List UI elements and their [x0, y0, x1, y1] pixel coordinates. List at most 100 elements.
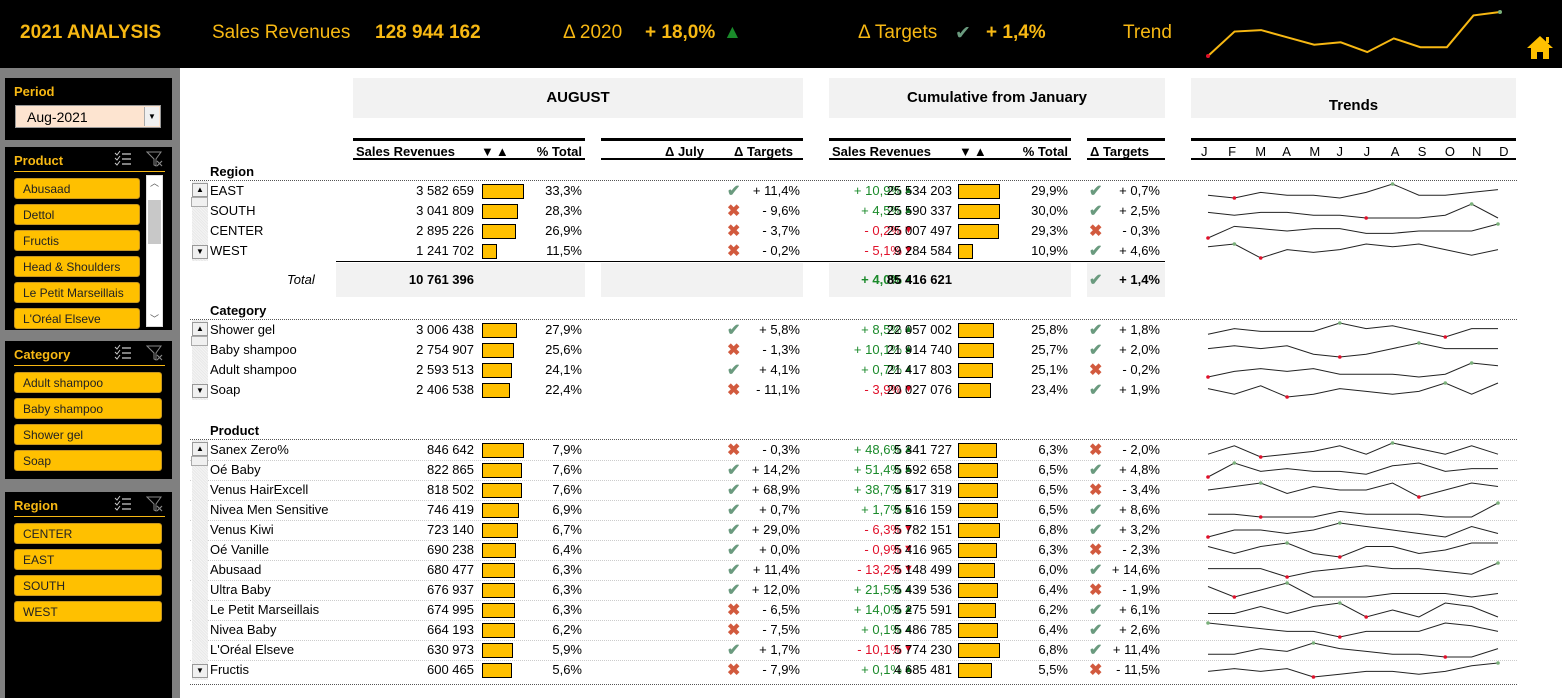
sparkline-max-marker	[1232, 461, 1237, 465]
scroll-thumb[interactable]	[191, 197, 208, 207]
month-revenue-bar	[482, 643, 513, 658]
product-scroll-track[interactable]	[192, 440, 208, 680]
sparkline-min-marker	[1258, 455, 1263, 459]
multi-select-icon[interactable]	[114, 495, 132, 513]
table-row: Oé Vanille 690 238 6,4% - 0,9% ▼ ✔ + 0,0% 5 416…	[180, 540, 1560, 560]
slicer-item-region[interactable]: SOUTH	[14, 575, 162, 596]
sparkline-path	[1207, 322, 1498, 338]
slicer-item-region[interactable]: WEST	[14, 601, 162, 622]
check-icon: ✔	[727, 502, 741, 519]
month-revenue: 723 140	[427, 522, 474, 537]
scroll-down-icon[interactable]: ▼	[192, 664, 208, 678]
sparkline-path	[1207, 662, 1499, 678]
row-name: Abusaad	[210, 562, 262, 577]
sparkline-min-marker	[1206, 535, 1210, 539]
period-panel: Period Aug-2021 ▼	[5, 78, 172, 140]
sales-revenues-label: Sales Revenues	[212, 22, 351, 43]
cumulative-revenue-bar	[958, 204, 1000, 219]
month-revenue-bar	[482, 244, 497, 259]
slicer-item-category[interactable]: Baby shampoo	[14, 398, 162, 419]
multi-select-icon[interactable]	[114, 344, 132, 362]
scroll-up-icon[interactable]: ▲	[192, 442, 208, 456]
slicer-item-category[interactable]: Adult shampoo	[14, 372, 162, 393]
scroll-down-icon[interactable]: ﹀	[147, 312, 162, 326]
scroll-up-icon[interactable]: ︿	[147, 176, 162, 190]
slicer-item-category[interactable]: Soap	[14, 450, 162, 471]
slicer-item-region[interactable]: CENTER	[14, 523, 162, 544]
slicer-item-region[interactable]: EAST	[14, 549, 162, 570]
month-label: O	[1444, 144, 1456, 159]
sales-revenues-header: Sales Revenues	[356, 144, 456, 159]
month-label: J	[1363, 144, 1371, 159]
delta-targets-value: - 11,1%	[756, 382, 800, 397]
product-slicer-scrollbar[interactable]: ︿ ﹀	[146, 175, 163, 327]
cumulative-revenue-bar	[958, 623, 998, 638]
month-pct-total: 33,3%	[545, 183, 582, 198]
slicer-item-product[interactable]: Head & Shoulders	[14, 256, 140, 277]
region-slicer-title: Region	[14, 498, 59, 513]
sparkline-max-marker	[1258, 481, 1263, 485]
cross-icon: ✖	[727, 243, 741, 260]
cumulative-pct-total: 6,4%	[1038, 622, 1068, 637]
cumulative-revenue: 5 774 230	[894, 642, 952, 657]
month-revenue: 664 193	[427, 622, 474, 637]
sparkline-path	[1207, 482, 1499, 498]
month-revenue-bar	[482, 563, 515, 578]
scroll-up-icon[interactable]: ▲	[192, 322, 208, 336]
month-revenue: 746 419	[427, 502, 474, 517]
clear-filter-icon[interactable]	[145, 150, 164, 168]
slicer-item-product[interactable]: Fructis	[14, 230, 140, 251]
category-slicer: Category Adult shampoo Baby shampoo Shower…	[5, 341, 172, 479]
row-name: Venus Kiwi	[210, 522, 274, 537]
table-row: Venus Kiwi 723 140 6,7% - 6,3% ▼ ✔ + 29,0% 5 78…	[180, 520, 1560, 540]
chevron-down-icon[interactable]: ▼	[144, 107, 159, 126]
month-revenue-bar	[482, 483, 522, 498]
divider	[14, 171, 165, 172]
slicer-item-product[interactable]: Le Petit Marseillais	[14, 282, 140, 303]
slicer-item-product[interactable]: Abusaad	[14, 178, 140, 199]
cumulative-revenue: 5 592 658	[894, 462, 952, 477]
home-icon[interactable]	[1526, 33, 1554, 61]
cumulative-delta-targets-value: - 2,0%	[1122, 442, 1160, 457]
cumulative-sort-toggle-icon[interactable]: ▼▲	[959, 144, 989, 159]
period-dropdown[interactable]: Aug-2021 ▼	[15, 105, 161, 128]
cumulative-delta-targets-value: - 0,2%	[1122, 362, 1160, 377]
sparkline-min-marker	[1417, 495, 1421, 499]
check-icon: ✔	[727, 183, 741, 200]
sparkline-min-marker	[1338, 355, 1342, 359]
row-name: Sanex Zero%	[210, 442, 289, 457]
check-icon: ✔	[1089, 562, 1103, 579]
sparkline-min-marker	[1338, 555, 1342, 559]
scrollbar-thumb[interactable]	[148, 200, 161, 244]
table-row: CENTER 2 895 226 26,9% - 0,2% ▼ ✖ - 3,7% 25 007…	[180, 221, 1560, 241]
sparkline-min-marker	[1443, 655, 1448, 659]
delta-targets-value: + 68,9%	[751, 482, 800, 497]
sort-toggle-icon[interactable]: ▼▲	[481, 144, 511, 159]
cumulative-delta-targets-value: + 11,4%	[1112, 642, 1160, 657]
scroll-thumb[interactable]	[191, 456, 208, 466]
multi-select-icon[interactable]	[114, 150, 132, 168]
cumulative-delta-targets-value: + 14,6%	[1111, 562, 1160, 577]
month-revenue: 690 238	[427, 542, 474, 557]
scroll-down-icon[interactable]: ▼	[192, 245, 208, 259]
scroll-down-icon[interactable]: ▼	[192, 384, 208, 398]
slicer-item-category[interactable]: Shower gel	[14, 424, 162, 445]
check-icon: ✔	[727, 522, 741, 539]
check-icon: ✔	[727, 642, 741, 659]
clear-filter-icon[interactable]	[145, 495, 164, 513]
month-revenue-bar	[482, 224, 516, 239]
slicer-item-product[interactable]: Dettol	[14, 204, 140, 225]
slicer-item-product[interactable]: L'Oréal Elseve	[14, 308, 140, 329]
clear-filter-icon[interactable]	[145, 344, 164, 362]
row-name: Oé Vanille	[210, 542, 270, 557]
row-name: SOUTH	[210, 203, 256, 218]
cumulative-pct-total: 25,1%	[1031, 362, 1068, 377]
scroll-up-icon[interactable]: ▲	[192, 183, 208, 197]
month-revenue: 822 865	[427, 462, 474, 477]
sparkline-path	[1207, 243, 1499, 259]
sparkline-max-marker	[1285, 581, 1289, 585]
slicer-sidebar: Period Aug-2021 ▼ Product Abusaad Dettol F…	[0, 68, 180, 698]
scroll-thumb[interactable]	[191, 336, 208, 346]
table-row: Nivea Men Sensitive 746 419 6,9% + 1,7% ▲ ✔ + …	[180, 500, 1560, 520]
delta-year-label: Δ 2020	[563, 22, 623, 43]
